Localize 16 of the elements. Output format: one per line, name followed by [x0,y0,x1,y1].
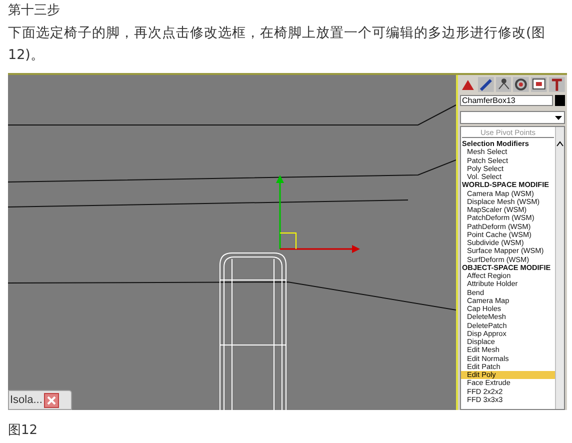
modify-tab-icon[interactable] [478,77,494,92]
object-name-field[interactable]: ChamferBox13 [460,95,553,106]
hierarchy-tab-icon[interactable] [496,77,512,92]
instruction-paragraph: 下面选定椅子的脚，再次点击修改选框，在椅脚上放置一个可编辑的多边形进行修改(图12)。 [8,24,546,65]
scrollbar[interactable] [555,127,564,409]
display-tab-icon[interactable] [531,77,548,92]
utilities-tab-icon[interactable] [549,77,565,92]
close-icon[interactable] [44,392,60,408]
motion-tab-icon[interactable] [513,77,530,92]
figure-caption: 图12 [8,422,39,440]
dropdown-arrow-icon [555,116,562,120]
isolate-tab[interactable]: Isola... [8,390,72,410]
object-color-swatch[interactable] [555,95,565,106]
scroll-up-icon[interactable] [556,141,564,147]
modifier-list-dropdown[interactable] [460,111,565,124]
step-heading: 第十三步 [8,2,61,20]
